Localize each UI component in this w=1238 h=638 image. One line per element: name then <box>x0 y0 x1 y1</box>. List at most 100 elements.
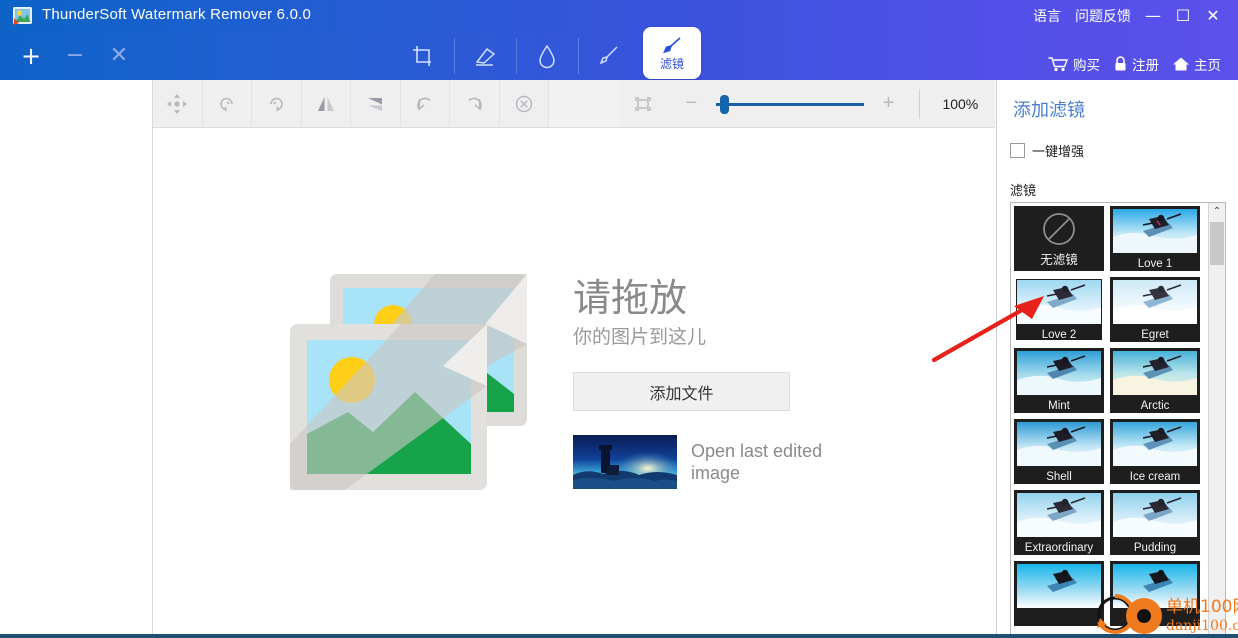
filter-item-love-2[interactable]: Love 2 <box>1014 277 1104 342</box>
filter-grid-scrollbar[interactable]: ⌃ ⌄ <box>1208 203 1225 638</box>
tab-eraser[interactable] <box>454 32 516 80</box>
filter-thumbnail <box>1113 351 1197 395</box>
add-file-main-button[interactable]: 添加文件 <box>573 372 790 411</box>
remove-file-button[interactable]: − <box>62 43 88 69</box>
scroll-up-arrow-icon[interactable]: ⌃ <box>1209 203 1225 220</box>
filter-item-mint[interactable]: Mint <box>1014 348 1104 413</box>
filter-label: Shell <box>1046 471 1072 483</box>
home-icon <box>1173 57 1189 71</box>
toolbar-spacer <box>549 80 619 127</box>
zoom-out-button[interactable]: − <box>667 80 716 127</box>
one-click-enhance-row[interactable]: 一键增强 <box>1010 141 1084 160</box>
window-title: ThunderSoft Watermark Remover 6.0.0 <box>42 6 312 23</box>
tab-watermark-drop[interactable] <box>516 32 578 80</box>
zoom-slider[interactable] <box>715 80 865 127</box>
minimize-button[interactable]: — <box>1138 0 1168 32</box>
canvas-area[interactable]: 请拖放 你的图片到这儿 添加文件 Open last edited image <box>153 128 995 636</box>
open-last-edited-row[interactable]: Open last edited image <box>573 435 863 489</box>
tab-crop[interactable] <box>392 32 454 80</box>
feedback-link[interactable]: 问题反馈 <box>1068 6 1138 26</box>
filter-item-row5-left[interactable] <box>1014 561 1104 626</box>
crop-icon <box>413 46 431 66</box>
filter-item-egret[interactable]: Egret <box>1110 277 1200 342</box>
image-subtoolbar: − + 100% <box>153 80 995 128</box>
tool-tabs: 滤镜 <box>392 27 704 80</box>
language-link[interactable]: 语言 <box>1026 6 1068 26</box>
filter-item-love-1[interactable]: Love 1 <box>1110 206 1200 271</box>
filter-thumbnail <box>1017 493 1101 537</box>
one-click-enhance-checkbox[interactable] <box>1010 143 1025 158</box>
redo-button[interactable] <box>450 80 500 127</box>
zoom-slider-thumb[interactable] <box>719 95 729 114</box>
app-photo-icon <box>13 7 32 25</box>
zoom-slider-track <box>715 103 865 106</box>
drop-subheading: 你的图片到这儿 <box>573 326 707 348</box>
fit-to-screen-button[interactable] <box>619 80 668 127</box>
filter-panel: 添加滤镜 一键增强 滤镜 无滤镜 Love 1 Love 2 Egret Min… <box>996 80 1238 638</box>
editor-area: − + 100% 请拖放 你的图片到这儿 添加文件 Open last edit… <box>153 80 995 636</box>
brush-icon <box>599 46 618 65</box>
night-scene-thumbnail <box>573 435 677 489</box>
homepage-button[interactable]: 主页 <box>1167 54 1226 74</box>
rotate-right-button[interactable] <box>252 80 302 127</box>
undo-button[interactable] <box>401 80 451 127</box>
one-click-enhance-label: 一键增强 <box>1032 144 1085 159</box>
file-operations: + − ✕ <box>18 32 132 80</box>
filter-label: 无滤镜 <box>1040 253 1078 267</box>
cancel-circle-icon <box>515 95 533 112</box>
flip-vertical-icon <box>368 97 383 111</box>
close-button[interactable]: ✕ <box>1198 0 1228 32</box>
tab-brush[interactable] <box>578 32 640 80</box>
filter-label: Arctic <box>1140 400 1170 412</box>
buy-label: 购买 <box>1073 58 1100 73</box>
rotate-left-icon <box>220 97 233 111</box>
file-list-panel[interactable] <box>0 80 153 636</box>
add-file-button[interactable]: + <box>18 43 44 69</box>
filter-item-extraordinary[interactable]: Extraordinary <box>1014 490 1104 555</box>
filter-thumbnail <box>1017 280 1101 324</box>
drop-zone[interactable]: 请拖放 你的图片到这儿 添加文件 Open last edited image <box>153 128 995 636</box>
homepage-label: 主页 <box>1194 58 1221 73</box>
filter-thumbnail <box>1017 564 1101 608</box>
flip-horizontal-icon <box>317 96 334 111</box>
filter-thumbnail <box>1017 351 1101 395</box>
filter-item-row5-right[interactable] <box>1110 561 1200 626</box>
filter-item-no-filter[interactable]: 无滤镜 <box>1014 206 1104 271</box>
tab-filter-label: 滤镜 <box>659 57 684 71</box>
two-photos-placeholder-icon <box>290 274 527 490</box>
filter-thumbnail <box>1113 493 1197 537</box>
zoom-out-glyph: − <box>685 92 698 114</box>
zoom-level-label: 100% <box>942 95 979 112</box>
filter-grid-container[interactable]: 无滤镜 Love 1 Love 2 Egret Mint Arctic Shel… <box>1010 202 1226 638</box>
filter-item-ice-cream[interactable]: Ice cream <box>1110 419 1200 484</box>
filter-grid: 无滤镜 Love 1 Love 2 Egret Mint Arctic Shel… <box>1014 206 1200 626</box>
filter-item-pudding[interactable]: Pudding <box>1110 490 1200 555</box>
rotate-left-button[interactable] <box>203 80 253 127</box>
titlebar-right-controls: 语言 问题反馈 — ☐ ✕ <box>1026 0 1228 32</box>
flip-vertical-button[interactable] <box>351 80 401 127</box>
filter-thumbnail <box>1113 280 1197 324</box>
panel-title: 添加滤镜 <box>1013 100 1085 120</box>
application-window: ThunderSoft Watermark Remover 6.0.0 语言 问… <box>0 0 1238 638</box>
filter-brush-icon <box>663 37 681 54</box>
reset-button[interactable] <box>500 80 550 127</box>
filter-thumbnail <box>1017 422 1101 466</box>
register-button[interactable]: 注册 <box>1108 54 1164 74</box>
filter-item-arctic[interactable]: Arctic <box>1110 348 1200 413</box>
filter-thumbnail <box>1113 564 1197 608</box>
tab-filter[interactable]: 滤镜 <box>643 27 701 79</box>
zoom-in-button[interactable]: + <box>864 80 913 127</box>
no-filter-icon <box>1043 213 1075 245</box>
maximize-button[interactable]: ☐ <box>1168 0 1198 32</box>
tab-divider <box>516 38 517 74</box>
filter-item-shell[interactable]: Shell <box>1014 419 1104 484</box>
redo-icon <box>468 97 483 111</box>
drop-zone-text: 请拖放 你的图片到这儿 添加文件 Open last edited image <box>573 275 863 489</box>
move-button[interactable] <box>153 80 203 127</box>
scrollbar-thumb[interactable] <box>1210 222 1224 265</box>
toolbar-divider <box>918 88 920 119</box>
title-bar: ThunderSoft Watermark Remover 6.0.0 语言 问… <box>0 0 1238 32</box>
buy-button[interactable]: 购买 <box>1043 54 1105 74</box>
clear-files-button[interactable]: ✕ <box>106 43 132 69</box>
flip-horizontal-button[interactable] <box>302 80 352 127</box>
